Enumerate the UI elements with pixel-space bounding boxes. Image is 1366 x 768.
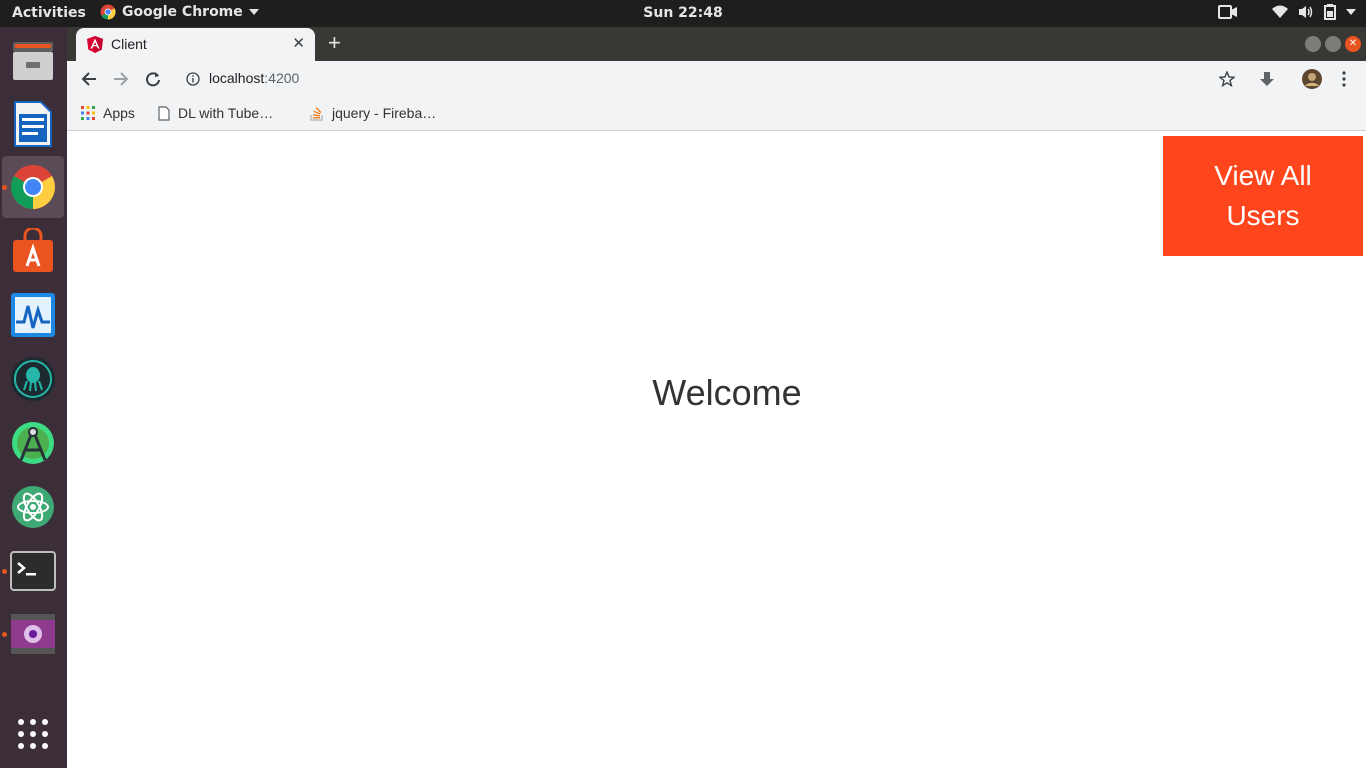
atom-icon	[12, 486, 54, 528]
reload-icon	[146, 72, 160, 87]
close-tab-icon[interactable]: ✕	[292, 34, 305, 52]
dock-item-video[interactable]	[2, 603, 64, 665]
document-icon	[14, 101, 52, 147]
system-menu-chevron-icon	[1346, 9, 1356, 15]
address-bar[interactable]: localhost:4200	[209, 70, 299, 86]
star-icon	[1219, 71, 1235, 87]
pulse-icon	[11, 293, 55, 337]
apps-grid-icon	[81, 106, 95, 120]
arrow-right-icon	[114, 72, 129, 86]
dock-item-gitkraken[interactable]	[2, 348, 64, 410]
dock-item-files[interactable]	[2, 29, 64, 91]
download-arrow-icon	[1260, 72, 1274, 86]
forward-button[interactable]	[109, 67, 133, 91]
running-indicator	[2, 632, 7, 637]
url-port: :4200	[264, 70, 300, 86]
chrome-icon	[11, 165, 55, 209]
dock-item-android-studio[interactable]	[2, 412, 64, 474]
shopping-bag-icon	[13, 228, 53, 272]
bookmark-apps[interactable]: Apps	[81, 105, 135, 121]
gnome-top-bar: Activities Google Chrome Sun 22:48	[0, 0, 1366, 27]
kraken-icon	[11, 357, 55, 401]
avatar	[1302, 69, 1322, 89]
activities-button[interactable]: Activities	[12, 5, 86, 21]
page-content: View All Users Welcome	[67, 132, 1366, 768]
android-studio-icon	[12, 422, 54, 464]
battery-icon	[1324, 4, 1336, 20]
bookmarks-bar: Apps DL with Tube… jquery - Fireba…	[67, 97, 1366, 131]
tab-title: Client	[111, 36, 147, 52]
bookmark-label: Apps	[103, 105, 135, 121]
running-indicator	[2, 569, 7, 574]
dock-item-libreoffice-writer[interactable]	[2, 93, 64, 155]
bookmark-label: jquery - Fireba…	[332, 105, 437, 121]
back-button[interactable]	[77, 67, 101, 91]
view-all-users-button[interactable]: View All Users	[1163, 136, 1363, 256]
grid-icon	[18, 719, 48, 749]
app-menu[interactable]: Google Chrome	[100, 4, 259, 20]
minimize-window-button[interactable]	[1305, 36, 1321, 52]
dock-item-atom[interactable]	[2, 476, 64, 538]
dock	[0, 27, 67, 768]
info-icon	[186, 72, 200, 86]
app-menu-label: Google Chrome	[122, 4, 243, 20]
dock-item-google-chrome[interactable]	[2, 156, 64, 218]
stackoverflow-icon	[310, 107, 323, 121]
dock-item-ubuntu-software[interactable]	[2, 220, 64, 282]
running-indicator	[2, 185, 7, 190]
arrow-left-icon	[81, 72, 96, 86]
file-cabinet-icon	[13, 42, 53, 80]
tab-client[interactable]: Client ✕	[76, 28, 315, 61]
camera-icon	[1218, 5, 1237, 19]
show-applications-button[interactable]	[2, 703, 64, 765]
volume-icon	[1299, 6, 1313, 18]
chrome-window: Client ✕ + ✕ localhost:4200 Apps DL with…	[67, 27, 1366, 768]
system-tray[interactable]	[1218, 4, 1356, 20]
video-icon	[11, 614, 55, 654]
maximize-window-button[interactable]	[1325, 36, 1341, 52]
clock[interactable]: Sun 22:48	[643, 5, 722, 21]
site-info-button[interactable]	[181, 67, 205, 91]
page-icon	[158, 105, 170, 121]
browser-toolbar: localhost:4200	[67, 61, 1366, 97]
bookmark-dl-with-tube[interactable]: DL with Tube…	[158, 105, 273, 121]
terminal-icon	[10, 551, 56, 591]
downloads-button[interactable]	[1255, 67, 1279, 91]
welcome-heading: Welcome	[652, 372, 802, 413]
bookmark-label: DL with Tube…	[178, 105, 274, 121]
reload-button[interactable]	[141, 67, 165, 91]
bookmark-star-button[interactable]	[1215, 67, 1239, 91]
profile-button[interactable]	[1300, 67, 1324, 91]
dock-item-terminal[interactable]	[2, 540, 64, 602]
chrome-small-icon	[100, 4, 116, 20]
wifi-icon	[1272, 5, 1288, 18]
chevron-down-icon	[248, 9, 259, 15]
url-host: localhost	[209, 70, 265, 86]
bookmark-jquery-firebase[interactable]: jquery - Fireba…	[310, 105, 436, 121]
close-window-button[interactable]: ✕	[1345, 36, 1361, 52]
dock-item-system-monitor[interactable]	[2, 284, 64, 346]
new-tab-button[interactable]: +	[328, 32, 341, 54]
angular-icon	[87, 36, 103, 53]
kebab-menu-icon	[1342, 71, 1346, 87]
chrome-menu-button[interactable]	[1332, 67, 1356, 91]
tab-strip: Client ✕ + ✕	[67, 27, 1366, 61]
